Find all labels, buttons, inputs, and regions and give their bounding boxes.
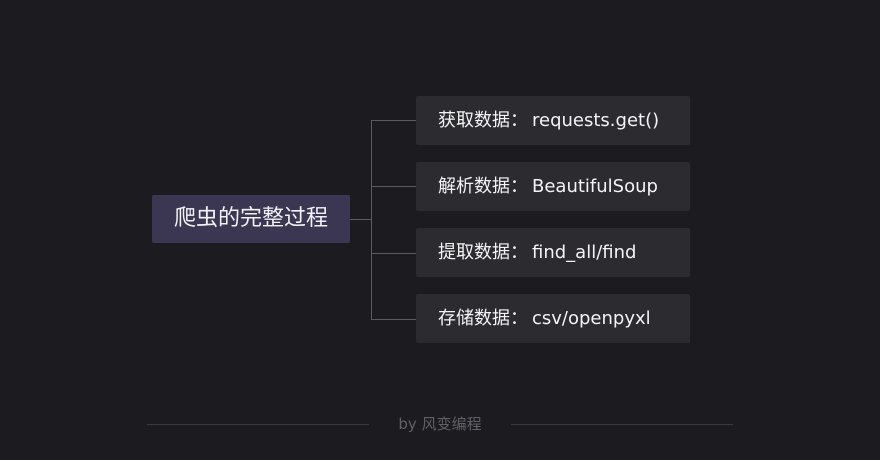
- connector-branch-2: [371, 186, 416, 187]
- branch-node-prefix: 解析数据: [438, 176, 510, 197]
- branch-node-store: 存储数据： csv/openpyxl: [416, 294, 690, 343]
- root-node-label: 爬虫的完整过程: [173, 206, 328, 231]
- footer-divider-right: [511, 424, 733, 425]
- connector-trunk: [371, 120, 372, 320]
- branch-node-value: requests.get(): [532, 110, 660, 131]
- footer-divider-left: [147, 424, 369, 425]
- branch-node-separator: ：: [510, 242, 528, 263]
- branch-node-separator: ：: [510, 110, 528, 131]
- branch-node-value: BeautifulSoup: [532, 176, 658, 197]
- connector-branch-1: [371, 120, 416, 121]
- connector-root-stem: [350, 219, 372, 220]
- branch-node-parse: 解析数据： BeautifulSoup: [416, 162, 690, 211]
- branch-node-separator: ：: [510, 308, 528, 329]
- root-node: 爬虫的完整过程: [152, 195, 350, 243]
- branch-node-extract: 提取数据： find_all/find: [416, 228, 690, 277]
- branch-node-value: find_all/find: [532, 242, 637, 263]
- connector-branch-3: [371, 253, 416, 254]
- branch-node-prefix: 获取数据: [438, 110, 510, 131]
- mind-map: 爬虫的完整过程 获取数据： requests.get() 解析数据： Beautif…: [0, 0, 880, 460]
- footer-credit: by 风变编程: [398, 415, 482, 433]
- branch-node-prefix: 存储数据: [438, 308, 510, 329]
- footer: by 风变编程: [147, 411, 733, 437]
- branch-node-separator: ：: [510, 176, 528, 197]
- branch-node-prefix: 提取数据: [438, 242, 510, 263]
- branch-node-value: csv/openpyxl: [532, 308, 651, 329]
- branch-node-fetch: 获取数据： requests.get(): [416, 96, 690, 145]
- connector-branch-4: [371, 319, 416, 320]
